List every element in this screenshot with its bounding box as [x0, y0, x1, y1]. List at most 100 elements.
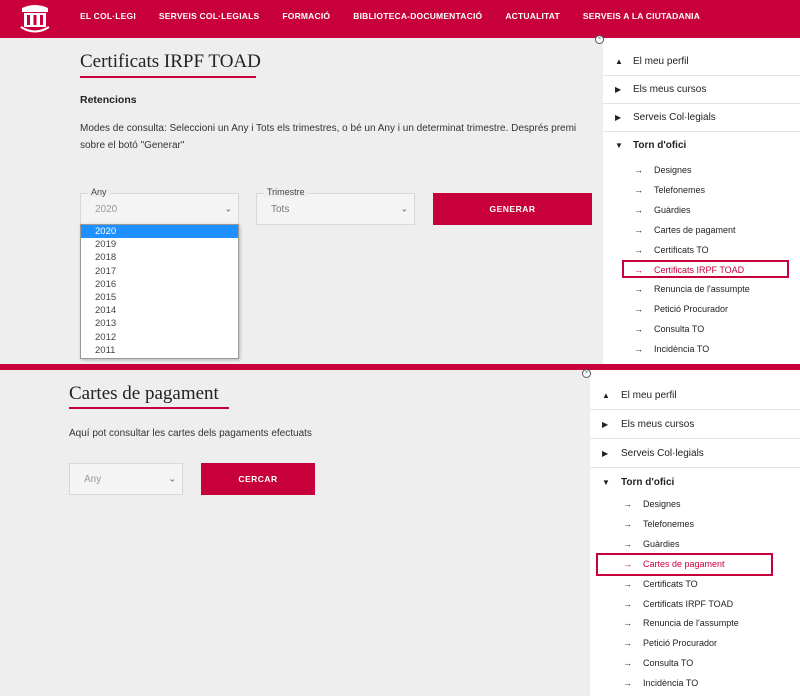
sub-item-label: Guàrdies: [643, 539, 680, 549]
nav-formacio[interactable]: FORMACIÓ: [282, 11, 330, 21]
arrow-right-icon: →: [623, 638, 632, 648]
sub-item-telefonemes[interactable]: → Telefonemes: [634, 185, 705, 195]
expand-arrow-icon: ▶: [602, 420, 609, 429]
sidebar-item-torn-ofici[interactable]: ▼ Torn d'ofici: [603, 132, 800, 160]
collapse-arrow-icon: ▼: [615, 141, 623, 150]
year-option[interactable]: 2013: [81, 317, 238, 330]
sub-item-incidencia-to[interactable]: → Incidència TO: [634, 344, 709, 354]
sub-item-label: Designes: [654, 165, 692, 175]
sub-item-designes[interactable]: → Designes: [634, 165, 692, 175]
sub-item-designes[interactable]: → Designes: [623, 499, 681, 509]
year-option[interactable]: 2016: [81, 278, 238, 291]
title-underline: [80, 76, 256, 78]
year-select[interactable]: 2020 ⌄: [80, 193, 239, 225]
sub-item-guardies[interactable]: → Guàrdies: [634, 205, 691, 215]
sub-item-renuncia[interactable]: → Renuncia de l'assumpte: [634, 284, 750, 294]
sidebar-item-els-meus-cursos[interactable]: ▶ Els meus cursos: [590, 410, 800, 439]
sub-item-consulta-to[interactable]: → Consulta TO: [634, 324, 704, 334]
year-option[interactable]: 2018: [81, 251, 238, 264]
sidebar-item-el-meu-perfil[interactable]: ▲ El meu perfil: [603, 48, 800, 76]
sub-item-label: Petició Procurador: [643, 638, 718, 648]
year-option[interactable]: 2011: [81, 344, 238, 357]
sub-item-incidencia-to[interactable]: → Incidència TO: [623, 678, 698, 688]
arrow-right-icon: →: [623, 519, 632, 529]
sub-item-renuncia[interactable]: → Renuncia de l'assumpte: [623, 618, 739, 628]
arrow-right-icon: →: [623, 499, 632, 509]
sub-item-consulta-to[interactable]: → Consulta TO: [623, 658, 693, 668]
year-option[interactable]: 2020: [81, 225, 238, 239]
sidebar-item-label: Torn d'ofici: [633, 140, 687, 151]
arrow-right-icon: →: [623, 658, 632, 668]
sub-item-label: Telefonemes: [654, 185, 706, 195]
sub-item-label: Cartes de pagament: [654, 225, 736, 235]
sidebar-item-els-meus-cursos[interactable]: ▶ Els meus cursos: [603, 76, 800, 104]
sidebar-item-serveis-collegials[interactable]: ▶ Serveis Col·legials: [603, 104, 800, 132]
year-select-placeholder: Any: [84, 473, 102, 485]
sub-item-cartes-pagament[interactable]: → Cartes de pagament: [634, 225, 736, 235]
sub-item-telefonemes[interactable]: → Telefonemes: [623, 519, 694, 529]
sidebar-item-torn-ofici[interactable]: ▼ Torn d'ofici: [590, 468, 800, 497]
nav-el-collegi[interactable]: EL COL·LEGI: [80, 11, 136, 21]
sidebar-item-el-meu-perfil[interactable]: ▲ El meu perfil: [590, 381, 800, 410]
sub-item-label: Guàrdies: [654, 205, 691, 215]
close-icon[interactable]: ×: [595, 35, 604, 44]
close-icon[interactable]: ×: [582, 369, 591, 378]
year-option[interactable]: 2014: [81, 304, 238, 317]
sub-item-guardies[interactable]: → Guàrdies: [623, 539, 680, 549]
year-select[interactable]: Any ⌄: [69, 463, 183, 495]
sidebar-item-label: Serveis Col·legials: [621, 448, 704, 459]
year-option[interactable]: 2015: [81, 291, 238, 304]
sidebar-item-label: Serveis Col·legials: [633, 112, 716, 123]
sub-item-label: Renuncia de l'assumpte: [643, 618, 739, 628]
sidebar-item-label: El meu perfil: [621, 390, 677, 401]
arrow-right-icon: →: [634, 185, 643, 195]
main-nav: EL COL·LEGI SERVEIS COL·LEGIALS FORMACIÓ…: [80, 0, 723, 32]
coat-of-arms-logo[interactable]: [18, 2, 52, 36]
sub-item-label: Designes: [643, 499, 681, 509]
quarter-label: Trimestre: [264, 187, 308, 197]
year-option[interactable]: 2019: [81, 238, 238, 251]
title-underline: [69, 407, 229, 409]
sidebar-item-serveis-collegials[interactable]: ▶ Serveis Col·legials: [590, 439, 800, 468]
chevron-down-icon: ⌄: [224, 203, 232, 214]
sub-item-label: Telefonemes: [643, 519, 695, 529]
sub-item-label: Incidència TO: [654, 344, 710, 354]
expand-arrow-icon: ▶: [615, 85, 622, 94]
sub-item-certificats-to[interactable]: → Certificats TO: [634, 245, 709, 255]
top-nav-bar: EL COL·LEGI SERVEIS COL·LEGIALS FORMACIÓ…: [0, 0, 800, 38]
collapse-arrow-icon: ▲: [615, 57, 623, 66]
sub-item-label: Consulta TO: [654, 324, 705, 334]
highlight-box: [622, 260, 789, 278]
page-title: Certificats IRPF TOAD: [80, 51, 261, 72]
sidebar-item-label: Els meus cursos: [633, 84, 707, 95]
quarter-select-value: Tots: [271, 203, 290, 215]
arrow-right-icon: →: [623, 618, 632, 628]
nav-actualitat[interactable]: ACTUALITAT: [505, 11, 560, 21]
generate-button[interactable]: GENERAR: [433, 193, 592, 225]
sub-item-peticio-procurador[interactable]: → Petició Procurador: [623, 638, 717, 648]
quarter-select[interactable]: Tots ⌄: [256, 193, 415, 225]
arrow-right-icon: →: [634, 284, 643, 294]
year-option[interactable]: 2012: [81, 331, 238, 344]
search-button[interactable]: CERCAR: [201, 463, 315, 495]
arrow-right-icon: →: [634, 205, 643, 215]
sub-item-label: Petició Procurador: [654, 304, 729, 314]
sub-item-certificats-to[interactable]: → Certificats TO: [623, 579, 698, 589]
year-option[interactable]: 2017: [81, 265, 238, 278]
sidebar-item-label: Torn d'ofici: [621, 477, 675, 488]
sub-item-certificats-irpf-toad[interactable]: → Certificats IRPF TOAD: [623, 599, 733, 609]
page-description: Aquí pot consultar les cartes dels pagam…: [69, 428, 312, 439]
chevron-down-icon: ⌄: [400, 203, 408, 214]
sub-item-label: Consulta TO: [643, 658, 694, 668]
nav-serveis-collegials[interactable]: SERVEIS COL·LEGIALS: [159, 11, 259, 21]
sub-item-label: Certificats TO: [643, 579, 698, 589]
arrow-right-icon: →: [634, 245, 643, 255]
arrow-right-icon: →: [634, 324, 643, 334]
sub-item-peticio-procurador[interactable]: → Petició Procurador: [634, 304, 728, 314]
sub-item-label: Certificats TO: [654, 245, 709, 255]
nav-biblioteca[interactable]: BIBLIOTECA-DOCUMENTACIÓ: [353, 11, 482, 21]
nav-serveis-ciutadania[interactable]: SERVEIS A LA CIUTADANIA: [583, 11, 700, 21]
sidebar-item-label: El meu perfil: [633, 56, 689, 67]
highlight-box: [596, 553, 773, 576]
sub-item-label: Certificats IRPF TOAD: [643, 599, 734, 609]
